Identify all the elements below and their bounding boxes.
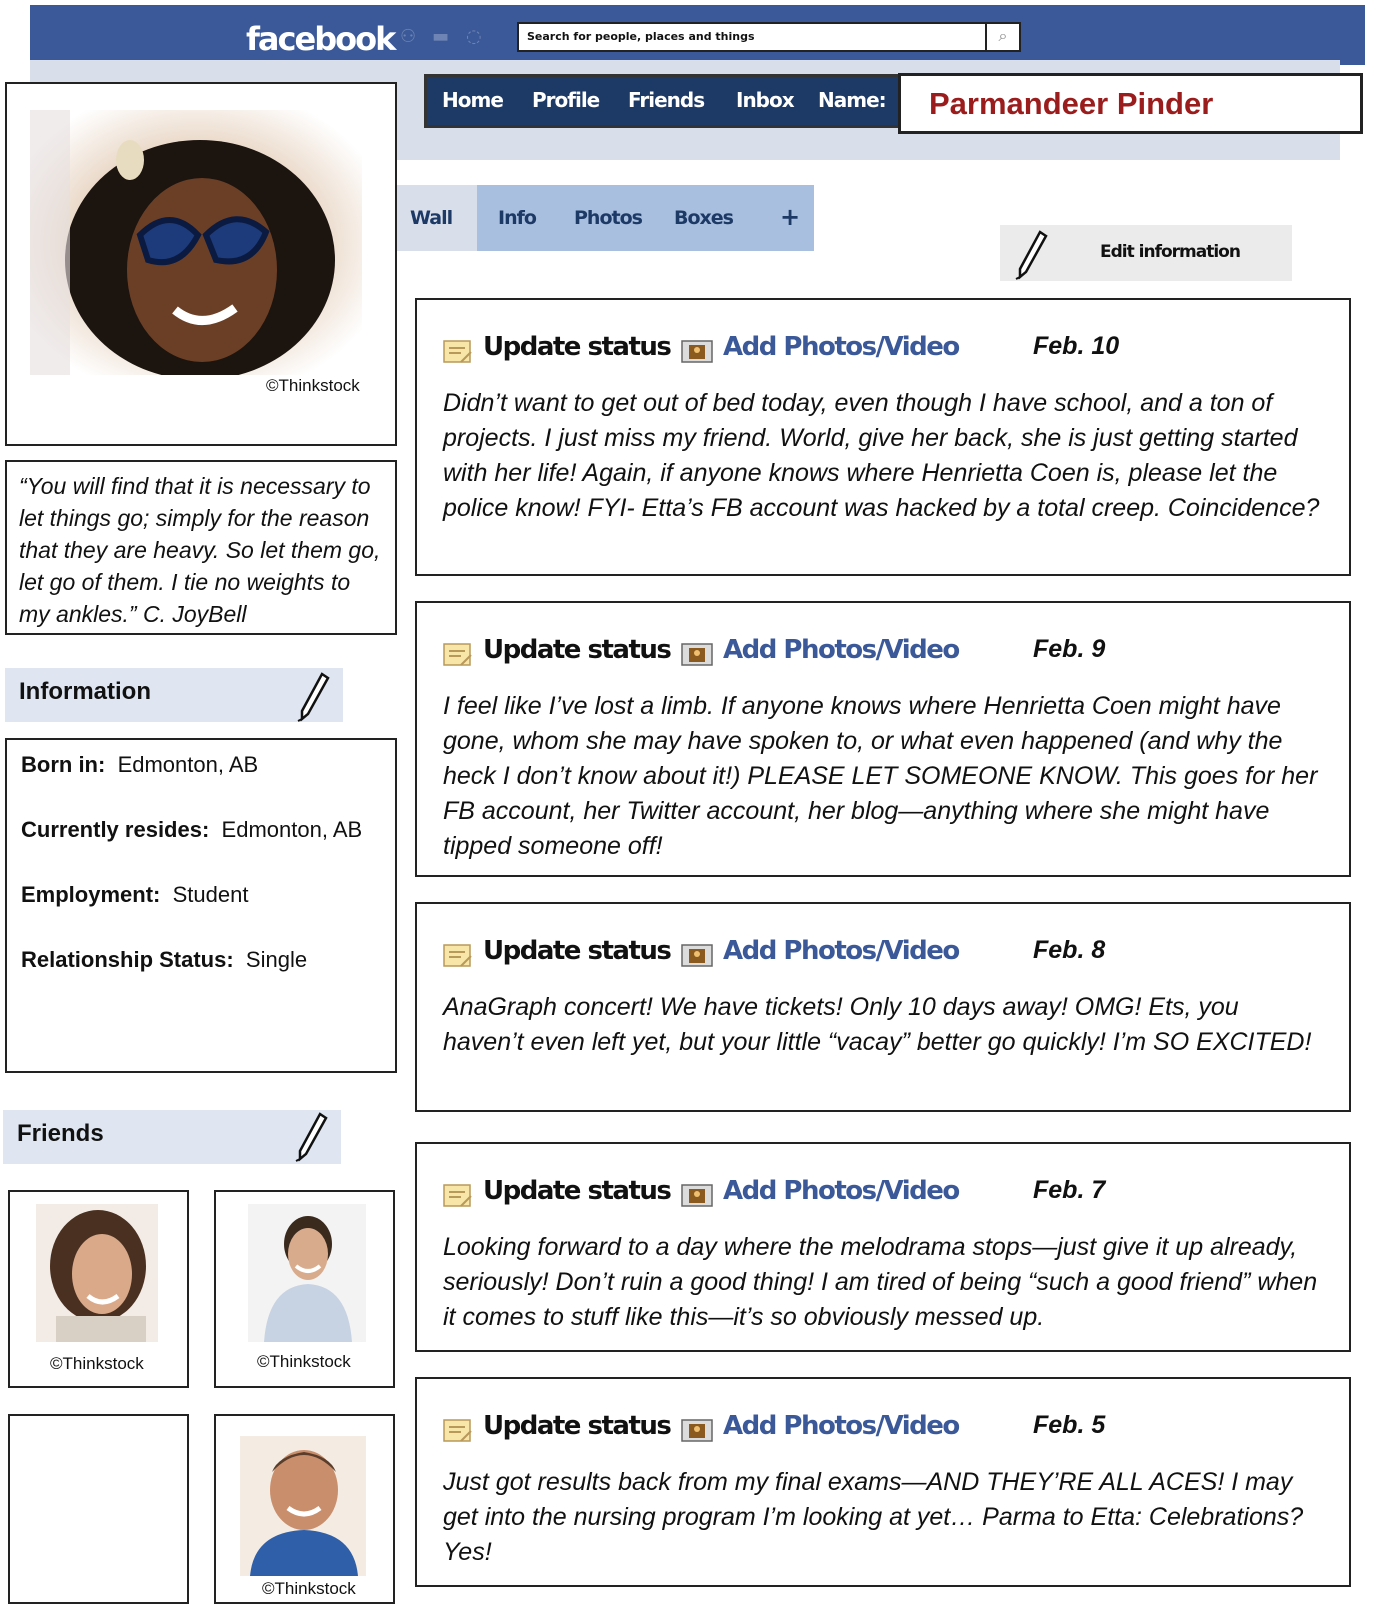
update-status-button[interactable]: Update status [483,635,672,665]
information-box: Born in: Edmonton, AB Currently resides:… [5,738,397,1073]
wall-post: Update status Add Photos/Video Feb. 9 I … [415,601,1351,877]
profile-photo-credit: ©Thinkstock [266,376,360,395]
post-text: I feel like I’ve lost a limb. If anyone … [443,692,1318,860]
update-status-icon[interactable] [443,641,473,667]
info-born: Born in: Edmonton, AB [21,752,259,777]
post-actions: Update status Add Photos/Video Feb. 5 [443,1411,1323,1447]
wall-post: Update status Add Photos/Video Feb. 5 Ju… [415,1377,1351,1587]
friends-title: Friends [17,1120,104,1147]
friend-photo-credit: ©Thinkstock [257,1352,351,1371]
update-status-button[interactable]: Update status [483,1176,672,1206]
update-status-button[interactable]: Update status [483,936,672,966]
friend-photo[interactable] [36,1204,158,1342]
nav-inbox[interactable]: Inbox [736,88,795,112]
friend-requests-icon[interactable]: ⚇ [400,26,420,47]
post-text: AnaGraph concert! We have tickets! Only … [443,993,1312,1056]
pencil-icon[interactable] [296,672,330,722]
wall-post: Update status Add Photos/Video Feb. 8 An… [415,902,1351,1112]
pencil-icon[interactable] [294,1112,328,1162]
add-photos-video-button[interactable]: Add Photos/Video [723,332,960,362]
notifications-icon[interactable]: ◌ [466,26,486,47]
friend-photo[interactable] [248,1204,366,1342]
add-photos-video-button[interactable]: Add Photos/Video [723,635,960,665]
tab-boxes[interactable]: Boxes [674,207,734,229]
information-header: Information [5,668,343,722]
friends-header: Friends [3,1110,341,1164]
update-status-button[interactable]: Update status [483,332,672,362]
photo-icon[interactable] [681,338,715,364]
nav-friends[interactable]: Friends [628,88,705,112]
update-status-icon[interactable] [443,1417,473,1443]
post-actions: Update status Add Photos/Video Feb. 7 [443,1176,1323,1212]
update-status-icon[interactable] [443,1182,473,1208]
messages-icon[interactable]: ▬ [432,26,452,47]
post-date: Feb. 9 [1033,635,1106,663]
profile-photo[interactable] [30,110,362,375]
profile-name: Parmandeer Pinder [898,73,1363,134]
nav-profile[interactable]: Profile [532,88,600,112]
post-date: Feb. 5 [1033,1411,1106,1439]
profile-quote: “You will find that it is necessary to l… [5,460,397,635]
information-title: Information [19,678,151,705]
post-actions: Update status Add Photos/Video Feb. 10 [443,332,1323,368]
photo-icon[interactable] [681,942,715,968]
wall-post: Update status Add Photos/Video Feb. 7 Lo… [415,1142,1351,1352]
post-text: Looking forward to a day where the melod… [443,1233,1318,1331]
post-date: Feb. 8 [1033,936,1106,964]
update-status-button[interactable]: Update status [483,1411,672,1441]
facebook-logo[interactable]: facebook [246,20,396,58]
post-actions: Update status Add Photos/Video Feb. 8 [443,936,1323,972]
post-date: Feb. 7 [1033,1176,1106,1204]
nav-home[interactable]: Home [442,88,504,112]
info-employment: Employment: Student [21,882,249,907]
add-photos-video-button[interactable]: Add Photos/Video [723,936,960,966]
search-icon[interactable]: ⌕ [987,22,1021,52]
tab-photos[interactable]: Photos [574,207,643,229]
nav-name-label: Name: [818,88,887,112]
update-status-icon[interactable] [443,942,473,968]
update-status-icon[interactable] [443,338,473,364]
post-text: Just got results back from my final exam… [443,1468,1304,1566]
post-text: Didn’t want to get out of bed today, eve… [443,389,1320,522]
info-relationship: Relationship Status: Single [21,947,308,972]
pencil-icon [1015,230,1048,280]
post-date: Feb. 10 [1033,332,1120,360]
tab-wall[interactable]: Wall [410,207,453,229]
wall-post: Update status Add Photos/Video Feb. 10 D… [415,298,1351,576]
photo-icon[interactable] [681,641,715,667]
info-resides: Currently resides: Edmonton, AB [21,817,363,842]
friend-photo-credit: ©Thinkstock [50,1354,144,1373]
photo-icon[interactable] [681,1182,715,1208]
add-photos-video-button[interactable]: Add Photos/Video [723,1176,960,1206]
edit-information-label[interactable]: Edit information [1100,242,1241,262]
photo-icon[interactable] [681,1417,715,1443]
tab-info[interactable]: Info [498,207,537,229]
friend-photo[interactable] [240,1436,366,1576]
add-photos-video-button[interactable]: Add Photos/Video [723,1411,960,1441]
search-input[interactable]: Search for people, places and things [517,22,987,52]
friend-photo-credit: ©Thinkstock [262,1579,356,1598]
friend-card-empty[interactable] [8,1414,189,1604]
post-actions: Update status Add Photos/Video Feb. 9 [443,635,1323,671]
tab-add[interactable]: + [780,203,800,231]
